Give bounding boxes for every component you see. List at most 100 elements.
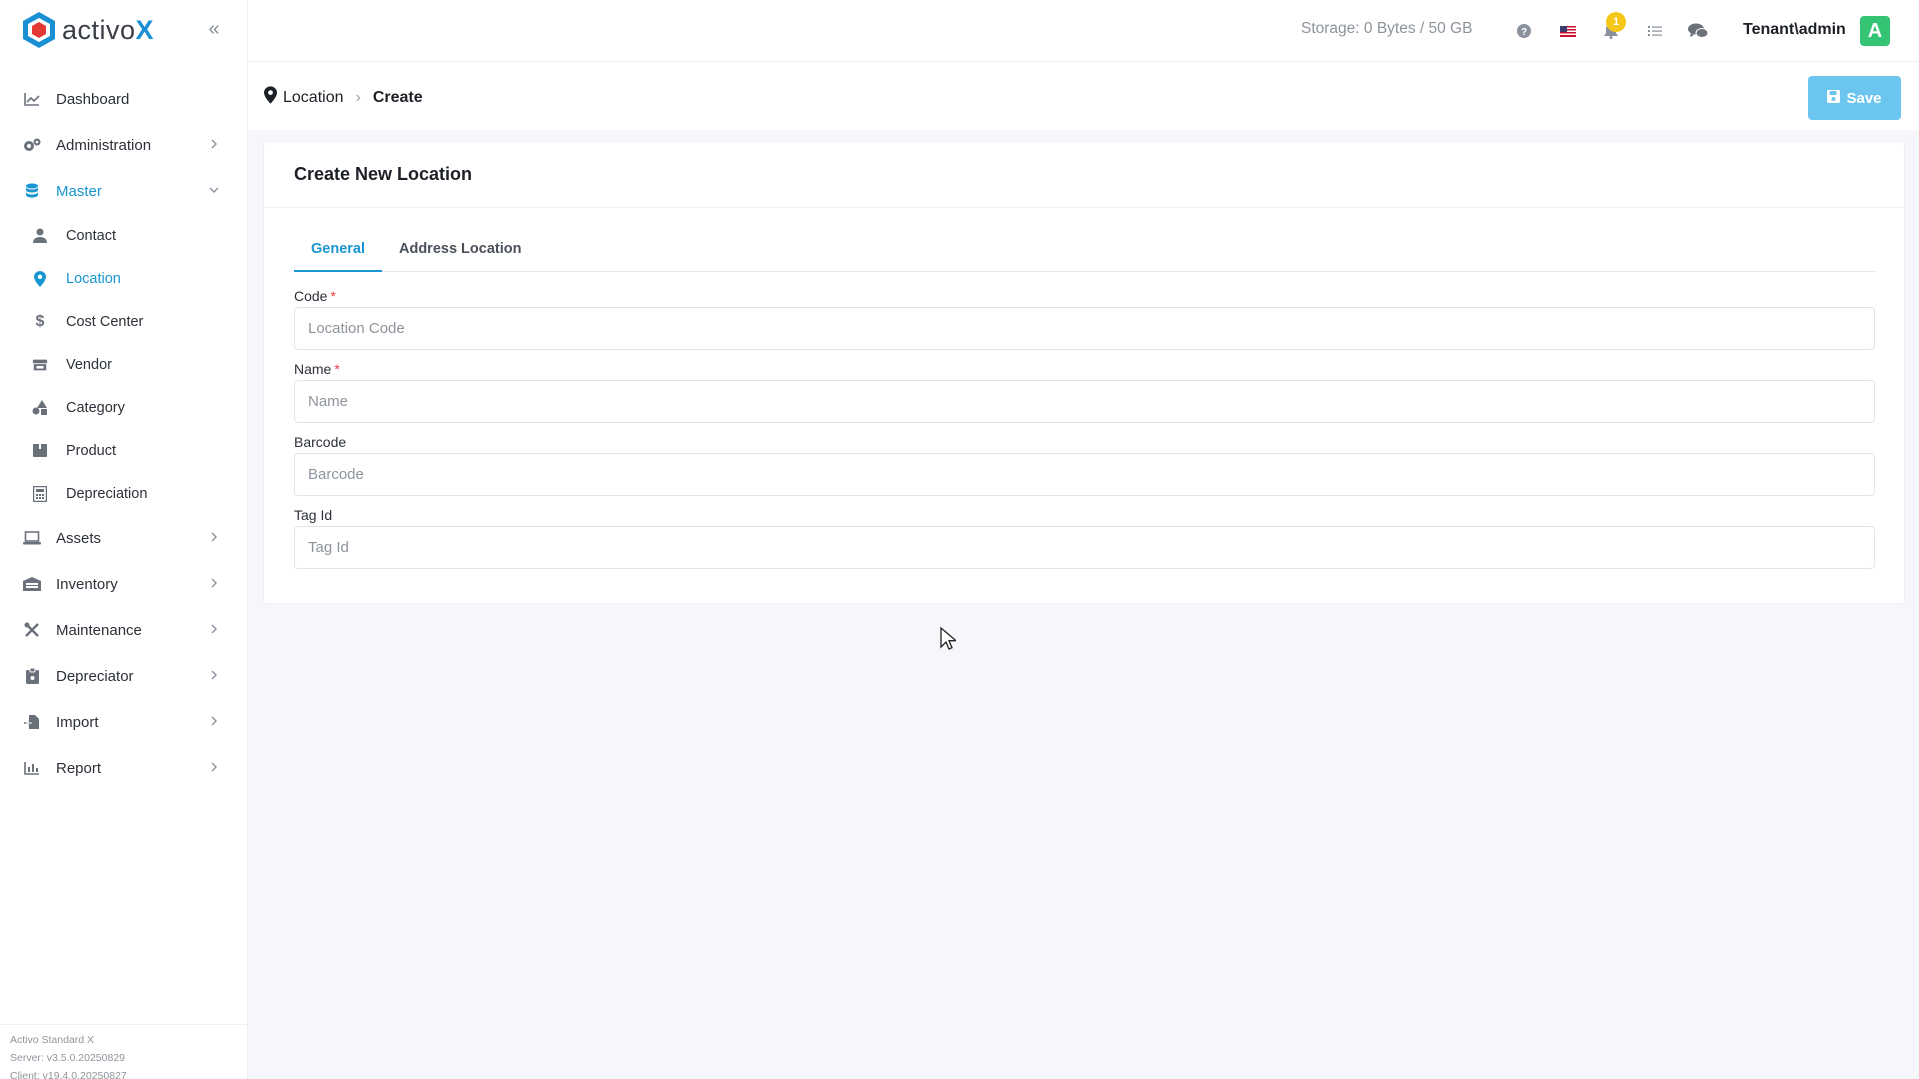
sidebar-item-label: Import [56,713,99,731]
sidebar-item-label: Inventory [56,575,118,593]
sidebar-item-import[interactable]: Import [0,699,247,745]
file-import-icon [22,712,42,732]
page-header: Location › Create Save [248,62,1919,130]
logo-text-suffix: X [135,14,155,45]
sidebar-subitem-depreciation[interactable]: Depreciation [0,472,247,515]
barcode-input[interactable] [294,453,1875,496]
sidebar-subitem-label: Product [66,442,116,459]
code-label: Code * [294,288,336,304]
name-label: Name * [294,361,340,377]
chevron-right-icon [207,530,221,544]
tag-id-input[interactable] [294,526,1875,569]
sidebar-item-report[interactable]: Report [0,745,247,791]
sidebar-item-master[interactable]: Master [0,168,247,214]
name-label-text: Name [294,361,332,377]
client-version-text: Client: v19.4.0.20250827 [10,1070,127,1079]
sidebar-item-maintenance[interactable]: Maintenance [0,607,247,653]
card-header: Create New Location [264,142,1904,208]
sidebar-item-inventory[interactable]: Inventory [0,561,247,607]
mouse-cursor-icon [940,626,958,656]
sidebar-subitem-label: Depreciation [66,485,148,502]
sidebar-item-administration[interactable]: Administration [0,122,247,168]
floppy-disk-icon [1827,89,1841,107]
chevron-right-icon: › [355,88,361,106]
sidebar-subitem-category[interactable]: Category [0,386,247,429]
save-button[interactable]: Save [1808,76,1901,120]
warehouse-icon [22,574,42,594]
tab-address-location[interactable]: Address Location [382,236,538,272]
version-info: Activo Standard X Server: v3.5.0.2025082… [0,1024,248,1079]
tools-icon [22,620,42,640]
sidebar-item-depreciator[interactable]: Depreciator [0,653,247,699]
gears-icon [22,135,42,155]
user-icon [32,227,48,245]
sidebar-subitem-cost-center[interactable]: $ Cost Center [0,300,247,343]
name-input[interactable] [294,380,1875,423]
sidebar-item-assets[interactable]: Assets [0,515,247,561]
storage-usage: Storage: 0 Bytes / 50 GB [1301,20,1473,37]
laptop-icon [22,528,42,548]
breadcrumb-current: Create [372,88,423,106]
chevron-right-icon [207,668,221,682]
sidebar-subitem-label: Category [66,399,125,416]
box-icon [32,442,48,460]
breadcrumb-parent[interactable]: Location [283,89,344,107]
clipboard-icon [22,666,42,686]
required-marker: * [330,288,336,304]
sidebar: activoX « Dashboard Administration Maste… [0,0,248,1079]
sidebar-nav: Dashboard Administration Master Contact [0,76,247,791]
sidebar-item-label: Depreciator [56,667,134,685]
tag-id-label: Tag Id [294,507,333,523]
save-button-label: Save [1846,89,1882,107]
code-input[interactable] [294,307,1875,350]
logo-icon [22,11,56,49]
sidebar-item-label: Report [56,759,102,777]
notification-badge: 1 [1606,12,1626,32]
edition-text: Activo Standard X [10,1034,95,1046]
server-version-text: Server: v3.5.0.20250829 [10,1052,125,1064]
us-flag-icon[interactable] [1557,20,1579,42]
form-tabs: General Address Location [294,236,1875,272]
sidebar-item-label: Dashboard [56,90,130,108]
svg-text:?: ? [1521,27,1527,38]
sidebar-subitem-label: Location [66,270,121,287]
chart-bar-icon [22,758,42,778]
help-icon[interactable]: ? [1513,20,1535,42]
sidebar-item-label: Assets [56,529,102,547]
page-title: Create New Location [294,164,473,184]
shapes-icon [32,399,48,417]
sidebar-subitem-vendor[interactable]: Vendor [0,343,247,386]
chevron-right-icon [207,714,221,728]
sidebar-subitem-contact[interactable]: Contact [0,214,247,257]
task-list-icon[interactable] [1644,20,1666,42]
map-pin-icon [264,86,277,109]
chart-line-icon [22,89,42,109]
sidebar-subitem-location[interactable]: Location [0,257,247,300]
calculator-icon [32,485,48,503]
avatar[interactable]: A [1860,16,1890,46]
map-pin-icon [32,270,48,288]
chevron-right-icon [207,622,221,636]
sidebar-item-dashboard[interactable]: Dashboard [0,76,247,122]
chevron-down-icon [207,183,221,197]
tab-general[interactable]: General [294,236,382,272]
sidebar-item-label: Maintenance [56,621,142,639]
sidebar-subitem-product[interactable]: Product [0,429,247,472]
breadcrumb: Location › Create [264,86,423,109]
user-name[interactable]: Tenant\admin [1743,21,1846,39]
chat-icon[interactable] [1687,20,1709,42]
create-location-card: Create New Location General Address Loca… [263,141,1905,604]
double-chevron-left-icon[interactable]: « [204,17,224,41]
dollar-icon: $ [35,312,45,330]
store-icon [32,356,48,374]
chevron-right-icon [207,137,221,151]
code-label-text: Code [294,288,328,304]
chevron-right-icon [207,576,221,590]
database-icon [22,181,42,201]
logo-text: activoX [62,15,154,46]
sidebar-item-label: Master [56,182,102,200]
top-bar: Storage: 0 Bytes / 50 GB ? 1 Tenant\admi… [248,0,1919,62]
barcode-label: Barcode [294,434,347,450]
sidebar-item-label: Administration [56,136,152,154]
sidebar-subitem-label: Cost Center [66,313,144,330]
